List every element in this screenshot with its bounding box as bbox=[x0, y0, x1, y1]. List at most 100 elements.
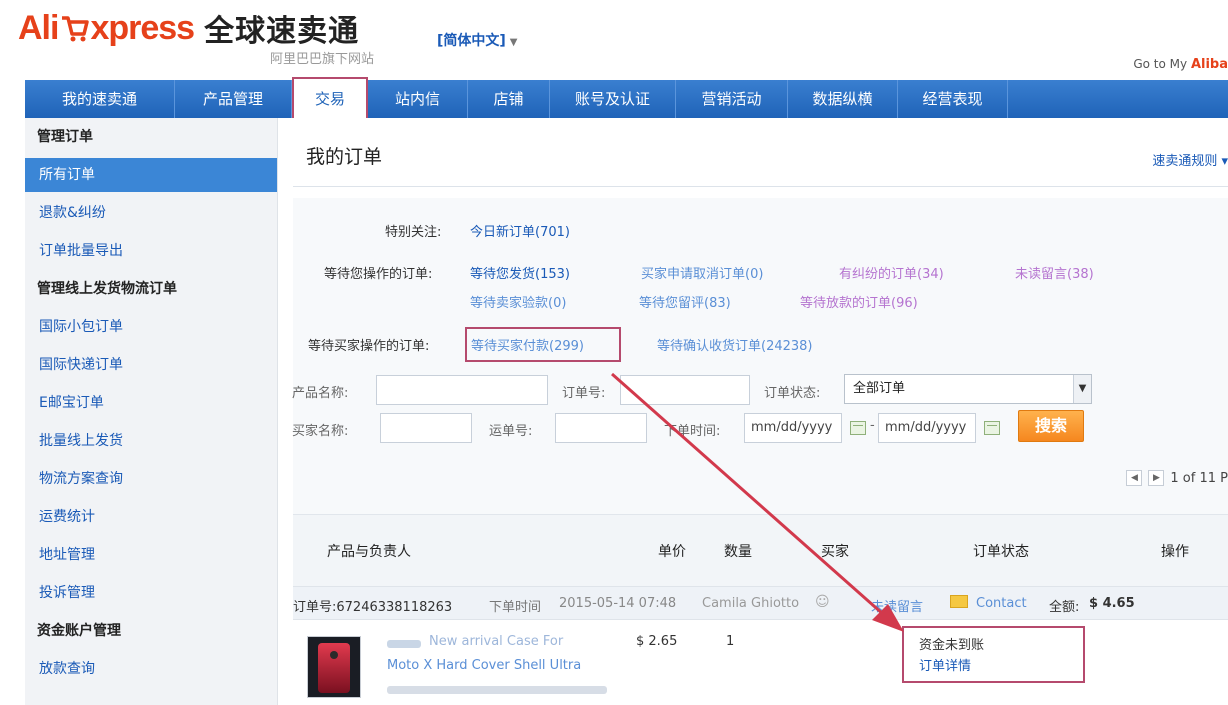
order-number: 订单号:67246338118263 bbox=[293, 600, 453, 615]
date-separator: - bbox=[870, 418, 875, 433]
product-name-label: 产品名称: bbox=[292, 386, 349, 401]
nav-product-management[interactable]: 产品管理 bbox=[175, 80, 292, 118]
start-date-input[interactable]: mm/dd/yyyy bbox=[744, 413, 842, 443]
divider bbox=[293, 186, 1228, 187]
language-label: [简体中文] bbox=[437, 33, 506, 49]
buyer-name[interactable]: Camila Ghiotto bbox=[702, 596, 799, 611]
nav-store[interactable]: 店铺 bbox=[468, 80, 550, 118]
aliexpress-logo[interactable]: Ali xpress 全球速卖通 bbox=[18, 8, 360, 50]
sidebar-item-all-orders[interactable]: 所有订单 bbox=[25, 158, 277, 192]
pagination: ◀ ▶ 1 of 11 P bbox=[1126, 470, 1228, 486]
col-quantity: 数量 bbox=[724, 544, 752, 560]
sidebar-item-payout-query[interactable]: 放款查询 bbox=[25, 650, 277, 688]
sidebar-section-manage-orders: 管理订单 bbox=[37, 129, 93, 145]
order-header-row: 订单号:67246338118263 下单时间 2015-05-14 07:48… bbox=[293, 586, 1228, 620]
awaiting-verification-link[interactable]: 等待卖家验款(0) bbox=[470, 292, 566, 311]
cart-icon bbox=[62, 16, 90, 42]
sidebar-item-freight-stats[interactable]: 运费统计 bbox=[25, 498, 277, 536]
logo-xpress-text: xpress bbox=[90, 8, 195, 47]
chat-icon[interactable]: ☺ bbox=[815, 594, 830, 610]
sidebar-item-logistics-query[interactable]: 物流方案查询 bbox=[25, 460, 277, 498]
buyer-name-label: 买家名称: bbox=[292, 424, 349, 439]
order-detail-link[interactable]: 订单详情 bbox=[919, 655, 971, 674]
nav-performance[interactable]: 经营表现 bbox=[898, 80, 1008, 118]
envelope-icon bbox=[950, 595, 968, 608]
calendar-icon[interactable] bbox=[850, 421, 866, 435]
unread-message-link[interactable]: 未读留言 bbox=[871, 596, 923, 615]
sidebar-item-batch-export[interactable]: 订单批量导出 bbox=[25, 232, 277, 270]
order-time-label: 下单时间 bbox=[489, 600, 542, 615]
waiting-for-you-label: 等待您操作的订单: bbox=[324, 267, 433, 282]
awaiting-buyer-payment-link[interactable]: 等待买家付款(299) bbox=[471, 335, 584, 354]
sidebar: 管理订单 所有订单 退款&纠纷 订单批量导出 管理线上发货物流订单 国际小包订单… bbox=[25, 118, 278, 705]
unit-price: $ 2.65 bbox=[636, 634, 678, 649]
awaiting-shipment-link[interactable]: 等待您发货(153) bbox=[470, 263, 570, 282]
nav-marketing[interactable]: 营销活动 bbox=[676, 80, 788, 118]
col-unit-price: 单价 bbox=[658, 544, 686, 560]
product-thumbnail[interactable] bbox=[307, 636, 361, 698]
product-name-input[interactable] bbox=[376, 375, 548, 405]
total-label: 全额: bbox=[1049, 600, 1080, 615]
sidebar-item-intl-small-parcel[interactable]: 国际小包订单 bbox=[25, 308, 277, 346]
product-subtitle[interactable]: Moto X Hard Cover Shell Ultra bbox=[387, 658, 581, 673]
awaiting-payout-link[interactable]: 等待放款的订单(96) bbox=[800, 292, 918, 311]
nav-my-aliexpress[interactable]: 我的速卖通 bbox=[25, 80, 175, 118]
nav-messages[interactable]: 站内信 bbox=[368, 80, 468, 118]
logo-subtitle: 阿里巴巴旗下网站 bbox=[270, 52, 375, 67]
col-actions: 操作 bbox=[1161, 544, 1189, 560]
awaiting-receipt-confirmation-link[interactable]: 等待确认收货订单(24238) bbox=[657, 335, 813, 354]
next-page-button[interactable]: ▶ bbox=[1148, 470, 1165, 486]
disputed-orders-link[interactable]: 有纠纷的订单(34) bbox=[839, 263, 944, 282]
blurred-text bbox=[387, 686, 607, 694]
order-number-label: 订单号: bbox=[562, 386, 606, 401]
tracking-number-label: 运单号: bbox=[489, 424, 533, 439]
nav-data[interactable]: 数据纵横 bbox=[788, 80, 898, 118]
col-order-status: 订单状态 bbox=[973, 544, 1029, 560]
sidebar-item-address[interactable]: 地址管理 bbox=[25, 536, 277, 574]
sidebar-section-online-shipping: 管理线上发货物流订单 bbox=[37, 281, 177, 297]
special-attention-label: 特别关注: bbox=[385, 225, 442, 240]
main-nav: 我的速卖通 产品管理 交易 站内信 店铺 账号及认证 营销活动 数据纵横 经营表… bbox=[25, 77, 1228, 124]
page-indicator: 1 of 11 P bbox=[1170, 470, 1228, 486]
buyer-cancel-request-link[interactable]: 买家申请取消订单(0) bbox=[641, 263, 763, 282]
order-number-input[interactable] bbox=[620, 375, 750, 405]
sidebar-item-refunds-disputes[interactable]: 退款&纠纷 bbox=[25, 194, 277, 232]
contact-link[interactable]: Contact bbox=[976, 596, 1027, 611]
order-status-label: 订单状态: bbox=[764, 386, 821, 401]
sidebar-item-complaints[interactable]: 投诉管理 bbox=[25, 574, 277, 612]
buyer-name-input[interactable] bbox=[380, 413, 472, 443]
nav-account-verification[interactable]: 账号及认证 bbox=[550, 80, 676, 118]
product-title-link[interactable]: New arrival Case For bbox=[429, 634, 563, 649]
end-date-input[interactable]: mm/dd/yyyy bbox=[878, 413, 976, 443]
order-row: New arrival Case For Moto X Hard Cover S… bbox=[293, 620, 1228, 705]
calendar-icon[interactable] bbox=[984, 421, 1000, 435]
nav-trade[interactable]: 交易 bbox=[292, 77, 368, 124]
order-status-text: 资金未到账 bbox=[919, 638, 985, 653]
prev-page-button[interactable]: ◀ bbox=[1126, 470, 1143, 486]
col-product: 产品与负责人 bbox=[327, 544, 411, 560]
goto-brand: Aliba bbox=[1190, 57, 1228, 72]
language-selector[interactable]: [简体中文] ▼ bbox=[437, 30, 518, 50]
search-button[interactable]: 搜索 bbox=[1018, 410, 1084, 442]
today-new-orders-link[interactable]: 今日新订单(701) bbox=[470, 221, 570, 240]
sidebar-item-intl-express[interactable]: 国际快递订单 bbox=[25, 346, 277, 384]
order-time-value: 2015-05-14 07:48 bbox=[559, 596, 677, 611]
goto-my-alibaba-link[interactable]: Go to My Aliba bbox=[1133, 57, 1228, 72]
order-time-label: 下单时间: bbox=[664, 424, 721, 439]
orders-table-header: 产品与负责人 单价 数量 买家 订单状态 操作 bbox=[293, 514, 1228, 586]
tracking-number-input[interactable] bbox=[555, 413, 647, 443]
awaiting-review-link[interactable]: 等待您留评(83) bbox=[639, 292, 731, 311]
logo-ali-text: Ali bbox=[18, 8, 59, 47]
main-content: 我的订单 速卖通规则 ▾ 特别关注: 今日新订单(701) 等待您操作的订单: … bbox=[278, 118, 1228, 705]
sidebar-item-epacket[interactable]: E邮宝订单 bbox=[25, 384, 277, 422]
order-status-select[interactable]: 全部订单 ▼ bbox=[844, 374, 1092, 404]
goto-text: Go to My bbox=[1133, 57, 1188, 71]
sidebar-item-batch-ship[interactable]: 批量线上发货 bbox=[25, 422, 277, 460]
unread-messages-link[interactable]: 未读留言(38) bbox=[1015, 263, 1094, 282]
page-title: 我的订单 bbox=[306, 146, 383, 168]
rules-link[interactable]: 速卖通规则 ▾ bbox=[1152, 150, 1228, 169]
logo-chinese-text: 全球速卖通 bbox=[204, 14, 360, 49]
total-value: $ 4.65 bbox=[1089, 596, 1135, 611]
rules-link-label: 速卖通规则 bbox=[1152, 154, 1218, 169]
waiting-for-buyer-label: 等待买家操作的订单: bbox=[308, 339, 430, 354]
